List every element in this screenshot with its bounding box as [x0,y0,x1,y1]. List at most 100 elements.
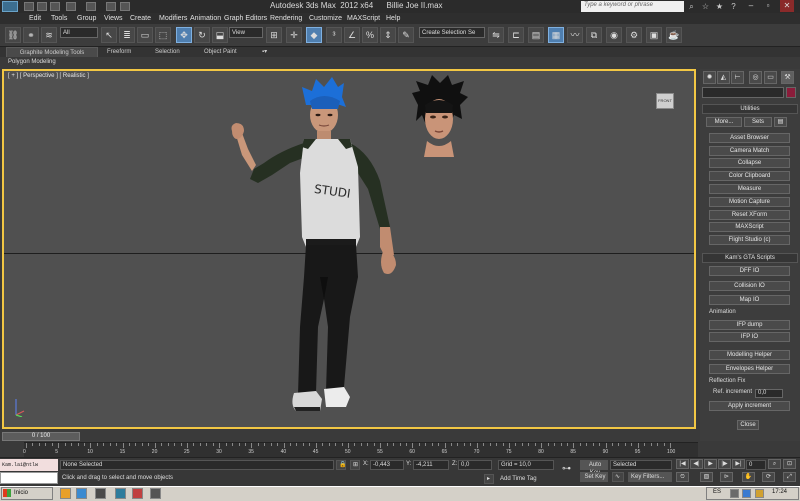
help-icon[interactable]: ? [728,1,739,12]
steam-icon[interactable] [150,488,161,499]
graphite-toggle-icon[interactable]: ▦ [548,27,564,43]
ref-increment-spinner[interactable]: 0,0 [755,389,783,398]
display-icon[interactable]: ▭ [764,71,777,84]
motion-icon[interactable]: ◎ [749,71,762,84]
pivot-center-icon[interactable]: ⊞ [266,27,282,43]
media-player-icon[interactable] [95,488,106,499]
z-coordinate-field[interactable]: 0,0 [458,460,492,470]
menu-animation[interactable]: Animation [190,13,221,24]
ifp-dump-button[interactable]: IFP dump [709,320,790,330]
map-io-button[interactable]: Map IO [709,295,790,305]
previous-frame-icon[interactable]: ◀| [690,459,703,469]
time-slider-thumb[interactable]: 0 / 100 [2,432,80,441]
hold-icon[interactable] [106,2,116,11]
character-body-model[interactable]: STUDI [220,77,420,423]
percent-snap-icon[interactable]: % [362,27,378,43]
align-icon[interactable]: ⊏ [508,27,524,43]
zoom-icon[interactable]: ⌕ [768,459,781,469]
menu-create[interactable]: Create [130,13,151,24]
menu-modifiers[interactable]: Modifiers [159,13,187,24]
internet-explorer-icon[interactable] [76,488,87,499]
apply-increment-button[interactable]: Apply increment [709,401,790,411]
select-by-name-icon[interactable]: ≣ [119,27,135,43]
go-to-start-icon[interactable]: |◀ [676,459,689,469]
menu-rendering[interactable]: Rendering [270,13,302,24]
key-mode-dropdown[interactable]: Selected [610,460,672,470]
x-coordinate-field[interactable]: -0,443 [370,460,404,470]
set-key-button[interactable]: Set Key [580,472,608,482]
color-clipboard-button[interactable]: Color Clipboard [709,171,790,181]
tab-object-paint[interactable]: Object Paint [204,47,237,57]
current-frame-field[interactable]: 0 [746,460,766,470]
fetch-icon[interactable] [120,2,130,11]
orbit-icon[interactable]: ⟳ [762,472,775,482]
spinner-snap-icon[interactable]: ⇕ [380,27,396,43]
app-menu-icon[interactable] [2,1,18,12]
menu-views[interactable]: Views [104,13,123,24]
perspective-viewport[interactable]: [ + ] [ Perspective ] [ Realistic ] FRON… [2,69,696,429]
hierarchy-icon[interactable]: ⊢ [731,71,744,84]
field-of-view-icon[interactable]: ⊳ [720,472,733,482]
menu-maxscript[interactable]: MAXScript [347,13,380,24]
asset-browser-button[interactable]: Asset Browser [709,133,790,143]
tab-freeform[interactable]: Freeform [107,47,131,57]
ifp-io-button[interactable]: IFP IO [709,332,790,342]
firefox-icon[interactable] [60,488,71,499]
angle-snap-icon[interactable]: ∠ [344,27,360,43]
object-color-swatch[interactable] [786,87,796,98]
curve-editor-icon[interactable]: 〰 [567,27,583,43]
select-and-manipulate-icon[interactable]: ✛ [286,27,302,43]
render-setup-icon[interactable]: ⚙ [626,27,642,43]
gta-scripts-rollout-header[interactable]: Kam's GTA Scripts [702,253,798,263]
polygon-modeling-panel-label[interactable]: Polygon Modeling [8,57,56,67]
bind-space-warp-icon[interactable]: ≋ [41,27,57,43]
maxscript-mini-listener[interactable]: Kam.lai@ntlw [0,459,58,471]
snaps-toggle-icon[interactable]: ³ [326,27,342,43]
layer-manager-icon[interactable]: ▤ [528,27,544,43]
redo-icon[interactable] [86,2,96,11]
pan-view-icon[interactable]: ✋ [742,472,755,482]
dff-io-button[interactable]: DFF IO [709,266,790,276]
more-button[interactable]: More... [706,117,742,127]
render-production-icon[interactable]: ☕ [666,27,682,43]
play-icon[interactable]: ▶ [704,459,717,469]
time-configuration-icon[interactable]: ⏲ [676,472,689,482]
time-slider-track[interactable] [0,431,700,442]
y-coordinate-field[interactable]: -4,211 [413,460,449,470]
new-file-icon[interactable] [24,2,34,11]
select-and-rotate-icon[interactable]: ↻ [194,27,210,43]
next-frame-icon[interactable]: |▶ [718,459,731,469]
schematic-view-icon[interactable]: ⧉ [586,27,602,43]
go-to-end-icon[interactable]: ▶| [732,459,745,469]
maxscript-button[interactable]: MAXScript [709,222,790,232]
motion-capture-button[interactable]: Motion Capture [709,197,790,207]
menu-graph-editors[interactable]: Graph Editors [224,13,267,24]
utilities-icon[interactable]: ⚒ [781,71,794,84]
edit-named-selection-icon[interactable]: ✎ [398,27,414,43]
named-selection-dropdown[interactable]: Create Selection Se [419,27,485,38]
viewcube[interactable]: FRONT [656,93,674,109]
select-object-icon[interactable]: ↖ [101,27,117,43]
utilities-rollout-header[interactable]: Utilities [702,104,798,114]
key-filters-button[interactable]: Key Filters... [628,472,672,482]
rendered-frame-window-icon[interactable]: ▣ [646,27,662,43]
collapse-button[interactable]: Collapse [709,158,790,168]
menu-help[interactable]: Help [386,13,400,24]
keyboard-shortcut-override-icon[interactable]: ◆ [306,27,322,43]
lock-selection-icon[interactable]: 🔒 [336,460,346,470]
window-crossing-icon[interactable]: ⬚ [155,27,171,43]
menu-tools[interactable]: Tools [51,13,67,24]
zoom-extents-icon[interactable]: ⊡ [783,459,796,469]
zoom-region-icon[interactable]: ▧ [700,472,713,482]
3ds-max-task-icon[interactable] [115,488,126,499]
modify-icon[interactable]: ◭ [717,71,730,84]
reset-xform-button[interactable]: Reset XForm [709,210,790,220]
select-and-scale-icon[interactable]: ⬓ [212,27,228,43]
envelopes-helper-button[interactable]: Envelopes Helper [709,364,790,374]
key-icon[interactable]: ⊶ [562,463,571,473]
selection-filter-dropdown[interactable]: All [60,27,98,38]
undo-icon[interactable] [66,2,76,11]
security-icon[interactable] [755,489,764,498]
create-icon[interactable]: ✹ [703,71,716,84]
camera-match-button[interactable]: Camera Match [709,146,790,156]
